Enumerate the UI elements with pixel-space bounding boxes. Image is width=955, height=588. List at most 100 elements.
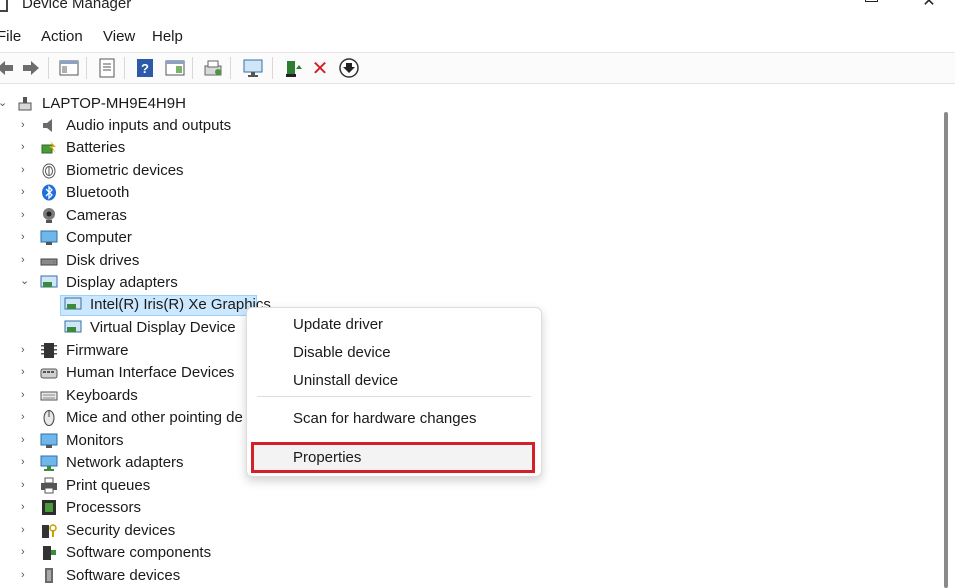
chevron-right-icon[interactable]: ›	[21, 502, 31, 513]
tree-item-label: Audio inputs and outputs	[66, 117, 232, 134]
context-menu: Update driver Disable device Uninstall d…	[246, 307, 542, 477]
toolbar: ? ✕	[0, 52, 955, 84]
toolbar-separator	[230, 57, 231, 79]
device-manager-app-icon	[0, 0, 8, 12]
speaker-icon	[43, 119, 52, 132]
tree-root[interactable]: ⌄ LAPTOP-MH9E4H9H	[0, 93, 930, 115]
display-adapter-icon	[64, 320, 82, 333]
chevron-right-icon[interactable]: ›	[21, 435, 31, 446]
tree-item-security-devices[interactable]: › Security devices	[0, 520, 930, 542]
update-driver-icon[interactable]	[282, 57, 304, 79]
tree-item-label: Keyboards	[66, 387, 138, 404]
chevron-right-icon[interactable]: ›	[21, 345, 31, 356]
menu-item-scan-hardware[interactable]: Scan for hardware changes	[247, 406, 541, 432]
tree-item-label: Human Interface Devices	[66, 364, 235, 381]
computer-root-icon	[18, 97, 32, 111]
tree-item-label: Cameras	[66, 207, 127, 224]
menu-file[interactable]: File	[0, 28, 21, 45]
chevron-right-icon[interactable]: ›	[21, 480, 31, 491]
menu-item-label: Disable device	[293, 344, 391, 361]
show-hide-console-tree-icon[interactable]	[58, 57, 80, 79]
tree-root-label: LAPTOP-MH9E4H9H	[42, 95, 186, 112]
maximize-icon	[865, 0, 878, 2]
menu-item-label: Scan for hardware changes	[293, 410, 477, 427]
chevron-right-icon[interactable]: ›	[21, 547, 31, 558]
window-title: Device Manager	[22, 0, 132, 12]
toolbar-separator	[48, 57, 49, 79]
menu-view[interactable]: View	[103, 28, 135, 45]
menu-item-disable-device[interactable]: Disable device	[247, 340, 541, 366]
minimize-button[interactable]	[788, 0, 834, 15]
tree-item-audio[interactable]: › Audio inputs and outputs	[0, 115, 930, 137]
toolbar-separator	[86, 57, 87, 79]
tree-item-print-queues[interactable]: › Print queues	[0, 475, 930, 497]
tree-item-label: Print queues	[66, 477, 151, 494]
computer-monitor-icon[interactable]	[242, 57, 264, 79]
back-icon[interactable]	[0, 57, 16, 79]
action-pane-icon[interactable]	[164, 57, 186, 79]
display-adapter-icon	[40, 275, 58, 288]
tree-item-cameras[interactable]: › Cameras	[0, 205, 930, 227]
maximize-button[interactable]	[848, 0, 894, 15]
monitor-icon	[40, 433, 58, 448]
tree-item-bluetooth[interactable]: › Bluetooth	[0, 182, 930, 204]
tree-item-software-devices[interactable]: › Software devices	[0, 565, 930, 587]
close-icon: ✕	[922, 0, 936, 10]
computer-icon	[40, 230, 58, 245]
tree-item-label: Firmware	[66, 342, 129, 359]
tree-item-batteries[interactable]: › Batteries	[0, 137, 930, 159]
forward-icon[interactable]	[20, 57, 42, 79]
vertical-scrollbar[interactable]	[937, 90, 955, 588]
tree-item-label: Disk drives	[66, 252, 140, 269]
chevron-down-icon[interactable]: ⌄	[20, 276, 30, 287]
svg-text:?: ?	[141, 61, 149, 76]
menu-action[interactable]: Action	[41, 28, 83, 45]
uninstall-device-icon[interactable]: ✕	[309, 57, 331, 79]
tree-item-display-adapters[interactable]: ⌄ Display adapters	[0, 272, 930, 294]
menu-item-label: Update driver	[293, 316, 384, 333]
chevron-right-icon[interactable]: ›	[21, 187, 31, 198]
battery-icon	[41, 141, 56, 154]
chevron-right-icon[interactable]: ›	[21, 120, 31, 131]
chevron-right-icon[interactable]: ›	[21, 390, 31, 401]
chevron-right-icon[interactable]: ›	[21, 412, 31, 423]
hid-icon	[40, 368, 58, 379]
tree-child-label: Intel(R) Iris(R) Xe Graphics	[90, 296, 271, 313]
scrollbar-thumb[interactable]	[944, 112, 948, 588]
chevron-right-icon[interactable]: ›	[21, 367, 31, 378]
menu-item-label: Properties	[293, 449, 362, 466]
tree-item-computer[interactable]: › Computer	[0, 227, 930, 249]
chevron-right-icon[interactable]: ›	[21, 525, 31, 536]
tree-item-label: Software components	[66, 544, 212, 561]
chevron-right-icon[interactable]: ›	[21, 457, 31, 468]
processor-icon	[42, 500, 56, 515]
disable-device-icon[interactable]	[338, 57, 360, 79]
chevron-right-icon[interactable]: ›	[21, 570, 31, 581]
menu-item-uninstall-device[interactable]: Uninstall device	[247, 368, 541, 394]
menu-separator	[257, 396, 531, 397]
tree-item-processors[interactable]: › Processors	[0, 497, 930, 519]
chevron-right-icon[interactable]: ›	[21, 210, 31, 221]
chevron-right-icon[interactable]: ›	[21, 165, 31, 176]
security-device-icon	[42, 524, 57, 538]
bluetooth-icon	[42, 184, 56, 201]
tree-item-software-components[interactable]: › Software components	[0, 542, 930, 564]
chevron-right-icon[interactable]: ›	[21, 142, 31, 153]
tree-item-label: Mice and other pointing de	[66, 409, 243, 426]
tree-item-label: Biometric devices	[66, 162, 184, 179]
chevron-down-icon[interactable]: ⌄	[0, 98, 8, 109]
help-icon[interactable]: ?	[134, 57, 156, 79]
tree-item-label: Bluetooth	[66, 184, 130, 201]
menu-item-properties[interactable]: Properties	[247, 445, 541, 471]
menu-help[interactable]: Help	[152, 28, 183, 45]
properties-icon[interactable]	[96, 57, 118, 79]
chevron-right-icon[interactable]: ›	[21, 232, 31, 243]
menu-item-update-driver[interactable]: Update driver	[247, 312, 541, 338]
scan-hardware-icon[interactable]	[202, 57, 224, 79]
software-component-icon	[43, 546, 56, 560]
tree-item-disk-drives[interactable]: › Disk drives	[0, 250, 930, 272]
tree-item-biometric[interactable]: › Biometric devices	[0, 160, 930, 182]
chevron-right-icon[interactable]: ›	[21, 255, 31, 266]
software-device-icon	[45, 568, 53, 583]
close-button[interactable]: ✕	[906, 0, 952, 15]
